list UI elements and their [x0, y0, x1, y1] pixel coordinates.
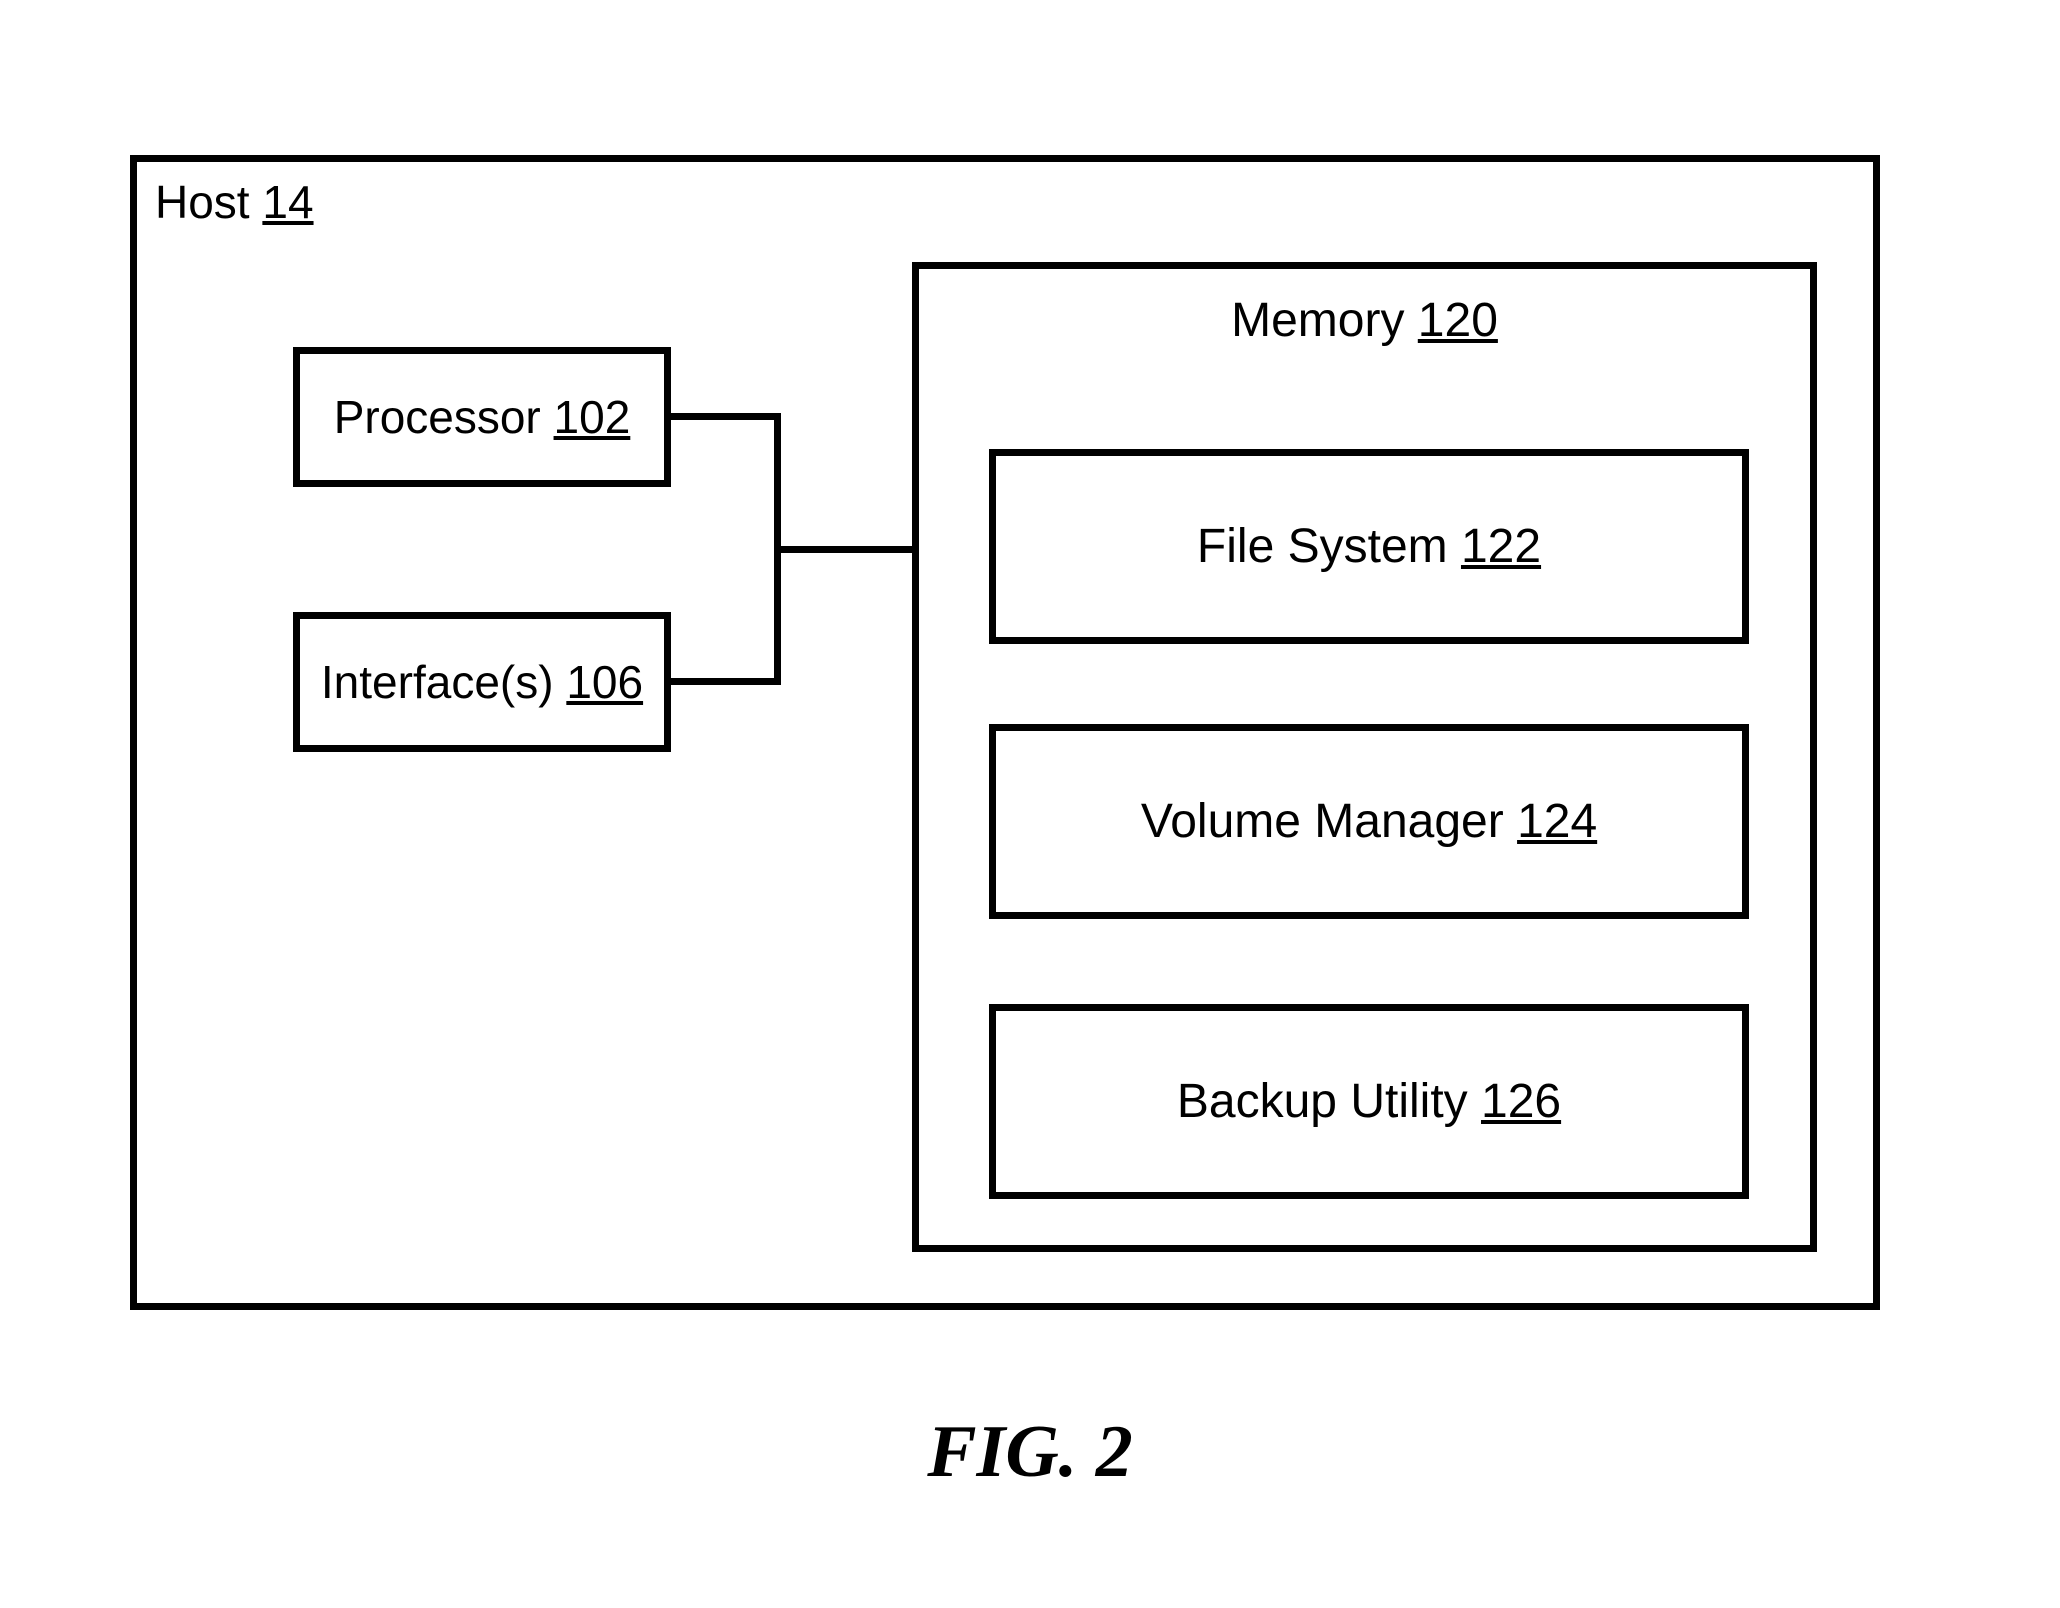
- processor-label-text: Processor: [334, 391, 554, 443]
- volume-manager-box: Volume Manager 124: [989, 724, 1749, 919]
- figure-caption: FIG. 2: [0, 1410, 2060, 1495]
- connector-processor: [671, 413, 781, 420]
- file-system-label-text: File System: [1197, 520, 1461, 573]
- interfaces-ref-number: 106: [566, 656, 643, 708]
- interfaces-label-text: Interface(s): [321, 656, 566, 708]
- volume-manager-label-text: Volume Manager: [1141, 795, 1517, 848]
- file-system-ref-number: 122: [1461, 520, 1541, 573]
- backup-utility-label-text: Backup Utility: [1177, 1075, 1481, 1128]
- backup-utility-box: Backup Utility 126: [989, 1004, 1749, 1199]
- memory-container-box: Memory 120 File System 122 Volume Manage…: [912, 262, 1817, 1252]
- host-label-text: Host: [155, 176, 262, 228]
- memory-ref-number: 120: [1418, 294, 1498, 347]
- memory-label-text: Memory: [1231, 294, 1418, 347]
- host-ref-number: 14: [262, 176, 313, 228]
- connector-memory: [774, 546, 915, 553]
- connector-interfaces: [671, 678, 781, 685]
- memory-title: Memory 120: [919, 293, 1810, 348]
- host-label: Host 14: [155, 175, 314, 229]
- processor-ref-number: 102: [554, 391, 631, 443]
- backup-utility-ref-number: 126: [1481, 1075, 1561, 1128]
- processor-box: Processor 102: [293, 347, 671, 487]
- interfaces-box: Interface(s) 106: [293, 612, 671, 752]
- diagram-canvas: Host 14 Processor 102 Interface(s) 106 M…: [0, 0, 2060, 1608]
- file-system-box: File System 122: [989, 449, 1749, 644]
- volume-manager-ref-number: 124: [1517, 795, 1597, 848]
